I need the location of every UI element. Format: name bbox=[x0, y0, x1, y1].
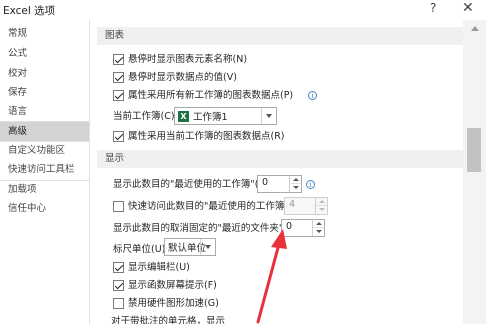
help-button[interactable]: ? bbox=[430, 1, 436, 15]
comments-display-label: 对于带批注的单元格，显示 bbox=[111, 316, 226, 324]
unpinned-folders-label: 显示此数目的取消固定的"最近的文件夹"(F): bbox=[113, 223, 300, 234]
close-button[interactable]: ✕ bbox=[462, 0, 474, 16]
current-workbook-value: 工作簿1 bbox=[193, 112, 228, 123]
option-row: 属性采用所有新工作簿的图表数据点(P) i bbox=[91, 88, 411, 104]
quick-access-recent-checkbox[interactable] bbox=[113, 201, 124, 212]
sidebar-item-formulas[interactable]: 公式 bbox=[0, 44, 89, 63]
unpinned-folders-stepper[interactable]: 0 bbox=[281, 219, 325, 237]
sidebar-item-quick-access-toolbar[interactable]: 快速访问工具栏 bbox=[0, 160, 89, 179]
chevron-down-icon bbox=[200, 239, 215, 255]
stepper-up-icon[interactable] bbox=[313, 220, 324, 228]
sidebar-item-language[interactable]: 语言 bbox=[0, 102, 89, 121]
disable-hardware-acceleration-checkbox[interactable] bbox=[113, 298, 124, 309]
options-content: 图表 悬停时显示图表元素名称(N) 悬停时显示数据点的值(V) 属性采用所有新工… bbox=[91, 20, 486, 324]
info-icon[interactable]: i bbox=[306, 180, 315, 189]
stepper-buttons bbox=[315, 198, 327, 214]
hover-data-point-values-checkbox[interactable] bbox=[113, 72, 124, 83]
scroll-up-icon[interactable] bbox=[463, 20, 486, 36]
stepper-buttons bbox=[289, 176, 301, 192]
quick-access-label: 快速访问此数目的"最近使用的工作簿"(Q): bbox=[128, 201, 307, 212]
stepper-down-icon[interactable] bbox=[313, 228, 324, 236]
option-row: 显示编辑栏(U) bbox=[91, 260, 291, 276]
ruler-units-dropdown[interactable]: 默认单位 bbox=[164, 238, 216, 256]
quick-access-row: 快速访问此数目的"最近使用的工作簿"(Q): bbox=[91, 199, 307, 215]
quick-access-value: 4 bbox=[289, 199, 296, 210]
sidebar-item-customize-ribbon[interactable]: 自定义功能区 bbox=[0, 141, 89, 160]
sidebar-item-advanced[interactable]: 高级 bbox=[0, 122, 89, 141]
properties-all-workbooks-checkbox[interactable] bbox=[113, 90, 124, 101]
window-title: Excel 选项 bbox=[3, 5, 56, 17]
option-label: 悬停时显示数据点的值(V) bbox=[128, 72, 237, 83]
option-label: 属性采用当前工作簿的图表数据点(R) bbox=[128, 131, 285, 142]
option-label: 禁用硬件图形加速(G) bbox=[128, 298, 219, 309]
quick-access-stepper: 4 bbox=[284, 197, 328, 215]
scrollbar[interactable] bbox=[463, 20, 486, 324]
current-workbook-label: 当前工作簿(C): bbox=[113, 111, 178, 122]
current-workbook-dropdown[interactable]: X 工作簿1 bbox=[174, 107, 277, 125]
option-label: 显示编辑栏(U) bbox=[128, 262, 190, 273]
scrollbar-thumb[interactable] bbox=[467, 128, 481, 172]
section-header-chart: 图表 bbox=[97, 27, 463, 45]
properties-current-workbook-checkbox[interactable] bbox=[113, 131, 124, 142]
title-bar: Excel 选项 ? ✕ bbox=[0, 0, 486, 20]
option-row: 显示函数屏幕提示(F) bbox=[91, 278, 291, 294]
comments-display-row: 对于带批注的单元格，显示 bbox=[91, 314, 331, 324]
option-row: 悬停时显示数据点的值(V) bbox=[91, 70, 391, 86]
hover-element-names-checkbox[interactable] bbox=[113, 54, 124, 65]
chevron-down-icon bbox=[261, 108, 276, 124]
unpinned-folders-value: 0 bbox=[286, 221, 293, 232]
option-row: 禁用硬件图形加速(G) bbox=[91, 296, 291, 312]
sidebar-item-save[interactable]: 保存 bbox=[0, 83, 89, 102]
recent-workbooks-label: 显示此数目的"最近使用的工作簿"(R): bbox=[113, 179, 272, 190]
option-row: 属性采用当前工作簿的图表数据点(R) bbox=[91, 129, 391, 145]
stepper-up-icon[interactable] bbox=[290, 176, 301, 184]
section-header-display: 显示 bbox=[97, 150, 463, 168]
stepper-down-icon[interactable] bbox=[290, 184, 301, 192]
option-label: 悬停时显示图表元素名称(N) bbox=[128, 54, 248, 65]
sidebar-item-add-ins[interactable]: 加载项 bbox=[0, 180, 89, 199]
option-label: 属性采用所有新工作簿的图表数据点(P) bbox=[128, 90, 294, 101]
options-sidebar: 常规 公式 校对 保存 语言 高级 自定义功能区 快速访问工具栏 加载项 信任中… bbox=[0, 20, 90, 324]
sidebar-item-trust-center[interactable]: 信任中心 bbox=[0, 199, 89, 218]
stepper-down-icon bbox=[316, 206, 327, 214]
unpinned-folders-row: 显示此数目的取消固定的"最近的文件夹"(F): bbox=[91, 221, 299, 237]
recent-workbooks-value: 0 bbox=[262, 177, 269, 188]
excel-workbook-icon: X bbox=[178, 111, 189, 122]
show-function-tooltips-checkbox[interactable] bbox=[113, 280, 124, 291]
option-label: 显示函数屏幕提示(F) bbox=[128, 280, 217, 291]
sidebar-item-general[interactable]: 常规 bbox=[0, 24, 89, 43]
option-row: 悬停时显示图表元素名称(N) bbox=[91, 52, 391, 68]
sidebar-item-proofing[interactable]: 校对 bbox=[0, 64, 89, 83]
info-icon[interactable]: i bbox=[308, 91, 317, 100]
ruler-units-label: 标尺单位(U) bbox=[113, 244, 166, 255]
show-formula-bar-checkbox[interactable] bbox=[113, 262, 124, 273]
stepper-up-icon bbox=[316, 198, 327, 206]
stepper-buttons bbox=[312, 220, 324, 236]
recent-workbooks-stepper[interactable]: 0 bbox=[257, 175, 302, 193]
